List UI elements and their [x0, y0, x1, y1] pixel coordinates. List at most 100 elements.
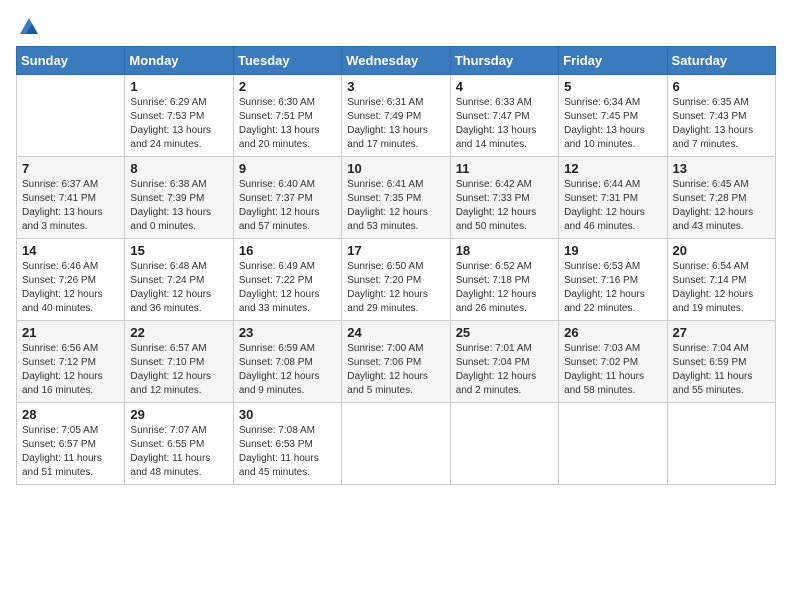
- day-info: Sunrise: 6:57 AMSunset: 7:10 PMDaylight:…: [130, 342, 227, 398]
- calendar-cell: 8 Sunrise: 6:38 AMSunset: 7:39 PMDaylight…: [125, 157, 233, 239]
- calendar-cell: 5 Sunrise: 6:34 AMSunset: 7:45 PMDaylight…: [559, 75, 667, 157]
- day-number: 18: [456, 243, 553, 258]
- day-number: 1: [130, 79, 227, 94]
- day-number: 16: [239, 243, 336, 258]
- day-number: 2: [239, 79, 336, 94]
- calendar-cell: 25 Sunrise: 7:01 AMSunset: 7:04 PMDayligh…: [450, 321, 558, 403]
- day-number: 26: [564, 325, 661, 340]
- day-info: Sunrise: 6:34 AMSunset: 7:45 PMDaylight:…: [564, 96, 661, 152]
- day-number: 17: [347, 243, 444, 258]
- calendar-cell: 11Sunrise: 6:42 AMSunset: 7:33 PMDayligh…: [450, 157, 558, 239]
- column-header-wednesday: Wednesday: [342, 47, 450, 75]
- day-number: 10: [347, 161, 444, 176]
- day-info: Sunrise: 6:37 AMSunset: 7:41 PMDaylight:…: [22, 178, 119, 234]
- calendar-cell: 26 Sunrise: 7:03 AMSunset: 7:02 PMDayligh…: [559, 321, 667, 403]
- calendar-cell: 14 Sunrise: 6:46 AMSunset: 7:26 PMDayligh…: [17, 239, 125, 321]
- day-info: Sunrise: 6:45 AMSunset: 7:28 PMDaylight:…: [673, 178, 770, 234]
- day-info: Sunrise: 6:50 AMSunset: 7:20 PMDaylight:…: [347, 260, 444, 316]
- day-info: Sunrise: 6:54 AMSunset: 7:14 PMDaylight:…: [673, 260, 770, 316]
- day-number: 7: [22, 161, 119, 176]
- calendar-cell: 24 Sunrise: 7:00 AMSunset: 7:06 PMDayligh…: [342, 321, 450, 403]
- calendar-cell: 1 Sunrise: 6:29 AMSunset: 7:53 PMDaylight…: [125, 75, 233, 157]
- calendar-cell: 19Sunrise: 6:53 AMSunset: 7:16 PMDayligh…: [559, 239, 667, 321]
- day-info: Sunrise: 6:46 AMSunset: 7:26 PMDaylight:…: [22, 260, 119, 316]
- column-header-friday: Friday: [559, 47, 667, 75]
- day-number: 30: [239, 407, 336, 422]
- day-number: 3: [347, 79, 444, 94]
- day-info: Sunrise: 6:52 AMSunset: 7:18 PMDaylight:…: [456, 260, 553, 316]
- day-info: Sunrise: 6:41 AMSunset: 7:35 PMDaylight:…: [347, 178, 444, 234]
- calendar-week-row: 21Sunrise: 6:56 AMSunset: 7:12 PMDayligh…: [17, 321, 776, 403]
- day-info: Sunrise: 6:56 AMSunset: 7:12 PMDaylight:…: [22, 342, 119, 398]
- calendar-cell: 18 Sunrise: 6:52 AMSunset: 7:18 PMDayligh…: [450, 239, 558, 321]
- calendar-week-row: 1 Sunrise: 6:29 AMSunset: 7:53 PMDaylight…: [17, 75, 776, 157]
- calendar-week-row: 14 Sunrise: 6:46 AMSunset: 7:26 PMDayligh…: [17, 239, 776, 321]
- day-number: 29: [130, 407, 227, 422]
- day-info: Sunrise: 7:05 AMSunset: 6:57 PMDaylight:…: [22, 424, 119, 480]
- calendar-cell: 28 Sunrise: 7:05 AMSunset: 6:57 PMDayligh…: [17, 403, 125, 485]
- calendar-cell: [450, 403, 558, 485]
- day-number: 6: [673, 79, 770, 94]
- calendar-cell: 12 Sunrise: 6:44 AMSunset: 7:31 PMDayligh…: [559, 157, 667, 239]
- day-info: Sunrise: 7:04 AMSunset: 6:59 PMDaylight:…: [673, 342, 770, 398]
- calendar-cell: [667, 403, 775, 485]
- day-info: Sunrise: 7:07 AMSunset: 6:55 PMDaylight:…: [130, 424, 227, 480]
- day-info: Sunrise: 6:40 AMSunset: 7:37 PMDaylight:…: [239, 178, 336, 234]
- day-info: Sunrise: 7:08 AMSunset: 6:53 PMDaylight:…: [239, 424, 336, 480]
- calendar-cell: 15 Sunrise: 6:48 AMSunset: 7:24 PMDayligh…: [125, 239, 233, 321]
- calendar-cell: 20Sunrise: 6:54 AMSunset: 7:14 PMDayligh…: [667, 239, 775, 321]
- day-number: 5: [564, 79, 661, 94]
- day-number: 25: [456, 325, 553, 340]
- day-info: Sunrise: 7:03 AMSunset: 7:02 PMDaylight:…: [564, 342, 661, 398]
- day-number: 27: [673, 325, 770, 340]
- day-info: Sunrise: 7:01 AMSunset: 7:04 PMDaylight:…: [456, 342, 553, 398]
- calendar-cell: [342, 403, 450, 485]
- day-number: 22: [130, 325, 227, 340]
- column-header-sunday: Sunday: [17, 47, 125, 75]
- calendar-week-row: 28 Sunrise: 7:05 AMSunset: 6:57 PMDayligh…: [17, 403, 776, 485]
- calendar-week-row: 7 Sunrise: 6:37 AMSunset: 7:41 PMDaylight…: [17, 157, 776, 239]
- calendar-cell: 9 Sunrise: 6:40 AMSunset: 7:37 PMDaylight…: [233, 157, 341, 239]
- calendar-cell: 27 Sunrise: 7:04 AMSunset: 6:59 PMDayligh…: [667, 321, 775, 403]
- day-number: 23: [239, 325, 336, 340]
- day-info: Sunrise: 6:44 AMSunset: 7:31 PMDaylight:…: [564, 178, 661, 234]
- day-number: 11: [456, 161, 553, 176]
- logo: [16, 16, 40, 38]
- calendar-cell: 6Sunrise: 6:35 AMSunset: 7:43 PMDaylight…: [667, 75, 775, 157]
- day-number: 19: [564, 243, 661, 258]
- column-header-tuesday: Tuesday: [233, 47, 341, 75]
- day-number: 12: [564, 161, 661, 176]
- day-info: Sunrise: 6:30 AMSunset: 7:51 PMDaylight:…: [239, 96, 336, 152]
- calendar-cell: 13Sunrise: 6:45 AMSunset: 7:28 PMDayligh…: [667, 157, 775, 239]
- day-info: Sunrise: 6:29 AMSunset: 7:53 PMDaylight:…: [130, 96, 227, 152]
- calendar-cell: 30 Sunrise: 7:08 AMSunset: 6:53 PMDayligh…: [233, 403, 341, 485]
- day-number: 24: [347, 325, 444, 340]
- day-number: 28: [22, 407, 119, 422]
- day-number: 9: [239, 161, 336, 176]
- day-info: Sunrise: 6:59 AMSunset: 7:08 PMDaylight:…: [239, 342, 336, 398]
- day-number: 14: [22, 243, 119, 258]
- column-header-saturday: Saturday: [667, 47, 775, 75]
- calendar-cell: 21Sunrise: 6:56 AMSunset: 7:12 PMDayligh…: [17, 321, 125, 403]
- day-number: 8: [130, 161, 227, 176]
- day-info: Sunrise: 6:31 AMSunset: 7:49 PMDaylight:…: [347, 96, 444, 152]
- day-info: Sunrise: 6:48 AMSunset: 7:24 PMDaylight:…: [130, 260, 227, 316]
- page-header: [16, 16, 776, 38]
- calendar-cell: 7 Sunrise: 6:37 AMSunset: 7:41 PMDaylight…: [17, 157, 125, 239]
- column-header-thursday: Thursday: [450, 47, 558, 75]
- calendar-cell: [17, 75, 125, 157]
- calendar-table: SundayMondayTuesdayWednesdayThursdayFrid…: [16, 46, 776, 485]
- logo-icon: [18, 16, 40, 38]
- calendar-cell: 4Sunrise: 6:33 AMSunset: 7:47 PMDaylight…: [450, 75, 558, 157]
- calendar-header-row: SundayMondayTuesdayWednesdayThursdayFrid…: [17, 47, 776, 75]
- calendar-cell: 3 Sunrise: 6:31 AMSunset: 7:49 PMDaylight…: [342, 75, 450, 157]
- day-info: Sunrise: 7:00 AMSunset: 7:06 PMDaylight:…: [347, 342, 444, 398]
- calendar-cell: 22 Sunrise: 6:57 AMSunset: 7:10 PMDayligh…: [125, 321, 233, 403]
- calendar-cell: 16 Sunrise: 6:49 AMSunset: 7:22 PMDayligh…: [233, 239, 341, 321]
- day-number: 15: [130, 243, 227, 258]
- calendar-cell: [559, 403, 667, 485]
- day-info: Sunrise: 6:38 AMSunset: 7:39 PMDaylight:…: [130, 178, 227, 234]
- day-info: Sunrise: 6:33 AMSunset: 7:47 PMDaylight:…: [456, 96, 553, 152]
- calendar-cell: 17 Sunrise: 6:50 AMSunset: 7:20 PMDayligh…: [342, 239, 450, 321]
- day-info: Sunrise: 6:49 AMSunset: 7:22 PMDaylight:…: [239, 260, 336, 316]
